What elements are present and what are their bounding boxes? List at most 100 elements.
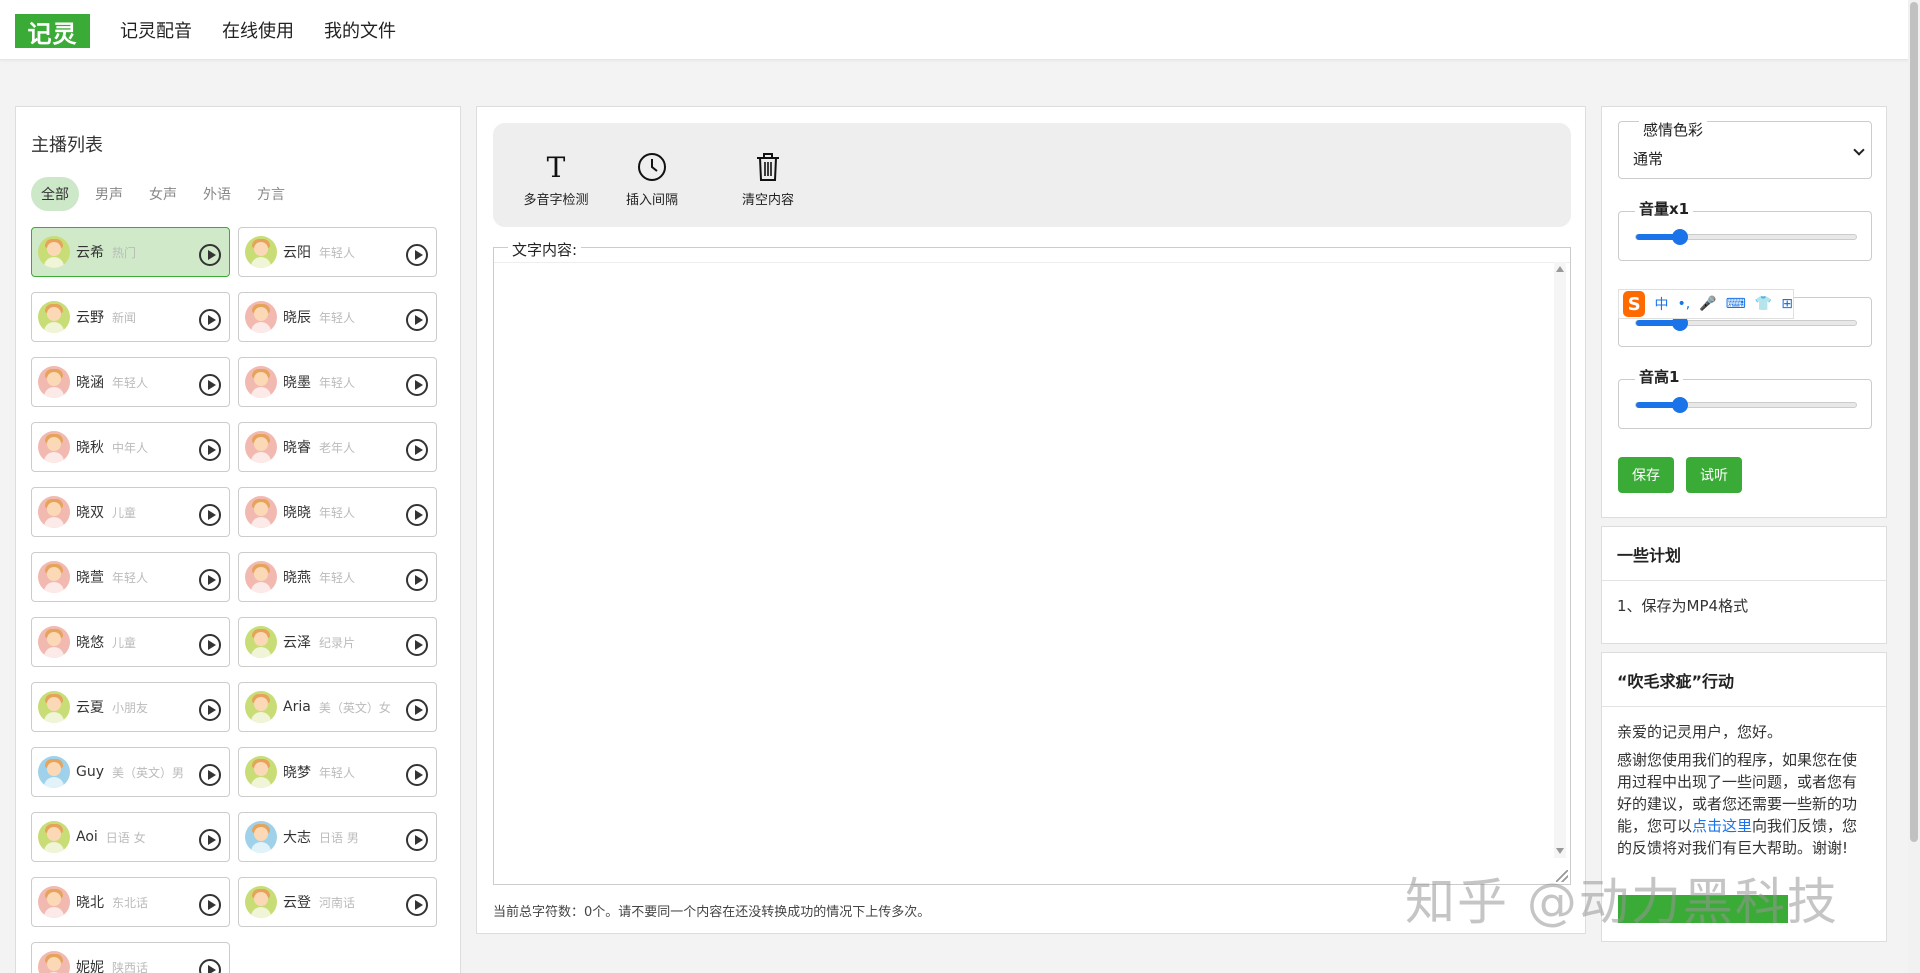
anchor-card[interactable]: 晓萱 年轻人	[31, 552, 230, 602]
play-icon[interactable]	[199, 959, 221, 973]
play-icon[interactable]	[406, 699, 428, 721]
play-icon[interactable]	[199, 374, 221, 396]
anchor-card[interactable]: 云泽 纪录片	[238, 617, 437, 667]
play-icon[interactable]	[199, 244, 221, 266]
anchor-card[interactable]: 晓墨 年轻人	[238, 357, 437, 407]
anchor-card[interactable]: 云夏 小朋友	[31, 682, 230, 732]
anchor-card[interactable]: Aoi 日语 女	[31, 812, 230, 862]
anchor-card[interactable]: 云阳 年轻人	[238, 227, 437, 277]
scroll-up-icon[interactable]	[1556, 266, 1564, 272]
anchor-name: 晓双	[76, 505, 104, 521]
filter-dialect[interactable]: 方言	[247, 177, 295, 211]
emotion-select[interactable]: 感情色彩 通常	[1618, 119, 1872, 179]
anchor-card[interactable]: 云希 热门	[31, 227, 230, 277]
play-icon[interactable]	[406, 439, 428, 461]
plan-item: 1、保存为MP4格式	[1617, 597, 1749, 615]
anchor-card[interactable]: 晓秋 中年人	[31, 422, 230, 472]
sogou-logo-icon[interactable]: S	[1623, 291, 1646, 317]
avatar	[38, 496, 70, 528]
avatar	[245, 431, 277, 463]
ime-lang-icon[interactable]: 中	[1654, 294, 1668, 314]
editor-toolbar: T 多音字检测 插入间隔 清空内容	[493, 123, 1571, 227]
nav-link-my-files[interactable]: 我的文件	[324, 17, 396, 43]
anchor-card[interactable]: Aria 美（英文）女	[238, 682, 437, 732]
anchor-card[interactable]: 大志 日语 男	[238, 812, 437, 862]
anchor-card[interactable]: 云野 新闻	[31, 292, 230, 342]
anchor-card[interactable]: 晓双 儿童	[31, 487, 230, 537]
anchor-card[interactable]: 晓辰 年轻人	[238, 292, 437, 342]
anchor-card[interactable]: 晓悠 儿童	[31, 617, 230, 667]
play-icon[interactable]	[199, 894, 221, 916]
play-icon[interactable]	[199, 504, 221, 526]
anchor-name: Guy	[76, 764, 105, 780]
textarea-resize-handle[interactable]	[1556, 870, 1568, 882]
emotion-value: 通常	[1633, 150, 1664, 168]
pitch-slider[interactable]	[1635, 397, 1857, 413]
play-icon[interactable]	[406, 309, 428, 331]
play-icon[interactable]	[406, 244, 428, 266]
anchor-tag: 陕西话	[112, 960, 149, 973]
speed-slider[interactable]	[1635, 315, 1857, 331]
save-button[interactable]: 保存	[1618, 457, 1674, 493]
play-icon[interactable]	[199, 699, 221, 721]
grid-icon[interactable]: ⊞	[1781, 296, 1793, 312]
filter-female[interactable]: 女声	[139, 177, 187, 211]
keyboard-icon[interactable]: ⌨	[1726, 296, 1746, 312]
avatar	[38, 236, 70, 268]
anchor-card[interactable]: 晓晓 年轻人	[238, 487, 437, 537]
anchor-tag: 日语 女	[105, 830, 146, 845]
play-icon[interactable]	[406, 894, 428, 916]
text-content-fieldset: 文字内容:	[493, 239, 1571, 885]
volume-slider[interactable]	[1635, 229, 1857, 245]
preview-button[interactable]: 试听	[1686, 457, 1742, 493]
play-icon[interactable]	[199, 764, 221, 786]
polyphone-check-button[interactable]: T 多音字检测	[511, 149, 601, 209]
play-icon[interactable]	[199, 829, 221, 851]
anchor-card[interactable]: 晓睿 老年人	[238, 422, 437, 472]
ime-toolbar[interactable]: S 中 •, 🎤 ⌨ 👕 ⊞	[1618, 289, 1794, 319]
play-icon[interactable]	[406, 569, 428, 591]
insert-pause-label: 插入间隔	[625, 193, 678, 208]
filter-male[interactable]: 男声	[85, 177, 133, 211]
skin-icon[interactable]: 👕	[1755, 296, 1772, 312]
textarea-scrollbar[interactable]	[1554, 262, 1566, 858]
play-icon[interactable]	[406, 504, 428, 526]
anchor-tag: 年轻人	[319, 570, 356, 585]
scroll-down-icon[interactable]	[1556, 848, 1564, 854]
text-content-input[interactable]	[494, 262, 1570, 882]
anchor-name: Aria	[283, 699, 311, 715]
play-icon[interactable]	[406, 374, 428, 396]
anchor-name: 云登	[283, 895, 311, 911]
feedback-greeting: 亲爱的记灵用户，您好。	[1617, 723, 1783, 741]
anchor-card[interactable]: 晓燕 年轻人	[238, 552, 437, 602]
play-icon[interactable]	[406, 764, 428, 786]
play-icon[interactable]	[199, 309, 221, 331]
logo[interactable]: 记灵	[15, 14, 90, 48]
clear-content-button[interactable]: 清空内容	[723, 149, 813, 208]
play-icon[interactable]	[199, 634, 221, 656]
play-icon[interactable]	[406, 829, 428, 851]
ime-punct-icon[interactable]: •,	[1677, 296, 1690, 312]
feedback-button[interactable]	[1618, 895, 1788, 923]
play-icon[interactable]	[199, 569, 221, 591]
nav-link-online[interactable]: 在线使用	[222, 17, 294, 43]
editor-panel: T 多音字检测 插入间隔 清空内容 文字内容: 当前总字符数：0个。请不要同一个…	[476, 106, 1586, 934]
anchor-card[interactable]: 晓北 东北话	[31, 877, 230, 927]
nav-link-dubbing[interactable]: 记灵配音	[120, 17, 192, 43]
filter-all[interactable]: 全部	[31, 177, 79, 211]
anchor-card[interactable]: 晓梦 年轻人	[238, 747, 437, 797]
anchor-card[interactable]: 妮妮 陕西话	[31, 942, 230, 973]
volume-slider-thumb[interactable]	[1672, 229, 1688, 245]
microphone-icon[interactable]: 🎤	[1699, 296, 1716, 312]
page-scrollbar[interactable]	[1908, 0, 1920, 973]
filter-foreign[interactable]: 外语	[193, 177, 241, 211]
play-icon[interactable]	[406, 634, 428, 656]
anchor-card[interactable]: 晓涵 年轻人	[31, 357, 230, 407]
page-scrollbar-thumb[interactable]	[1910, 2, 1918, 842]
feedback-link[interactable]: 点击这里	[1692, 817, 1752, 835]
insert-pause-button[interactable]: 插入间隔	[607, 149, 697, 208]
play-icon[interactable]	[199, 439, 221, 461]
anchor-card[interactable]: Guy 美（英文）男	[31, 747, 230, 797]
pitch-slider-thumb[interactable]	[1672, 397, 1688, 413]
anchor-card[interactable]: 云登 河南话	[238, 877, 437, 927]
